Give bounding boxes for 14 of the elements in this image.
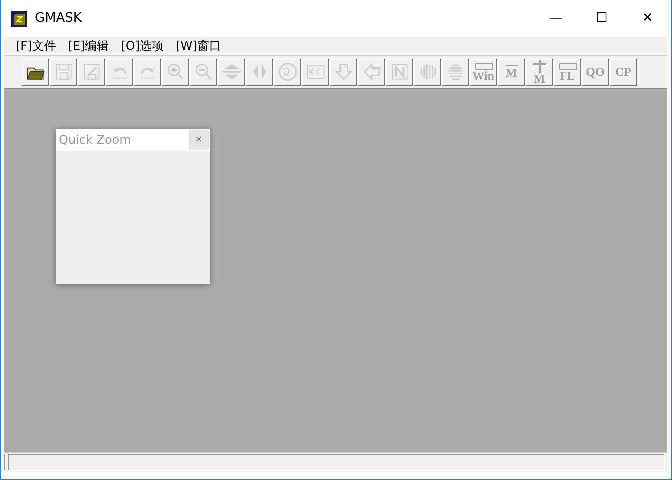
folder-button[interactable] bbox=[22, 58, 49, 86]
close-button[interactable]: × bbox=[189, 130, 209, 150]
app-icon bbox=[11, 10, 27, 26]
close-button[interactable]: ✕ bbox=[625, 0, 671, 37]
menu-item[interactable]: [W]窗口 bbox=[170, 38, 228, 54]
menu-item[interactable]: [O]选项 bbox=[115, 38, 170, 54]
down-arrow-icon bbox=[332, 61, 354, 83]
menu-item[interactable]: [E]编辑 bbox=[62, 38, 116, 54]
window-title: GMASK bbox=[35, 11, 83, 26]
minimize-button[interactable]: — bbox=[533, 0, 579, 37]
maximize-button[interactable]: ☐ bbox=[579, 0, 625, 37]
menu-item[interactable]: [F]文件 bbox=[10, 38, 62, 54]
swirl-icon bbox=[276, 61, 298, 83]
panel-title: Quick Zoom bbox=[59, 133, 132, 147]
